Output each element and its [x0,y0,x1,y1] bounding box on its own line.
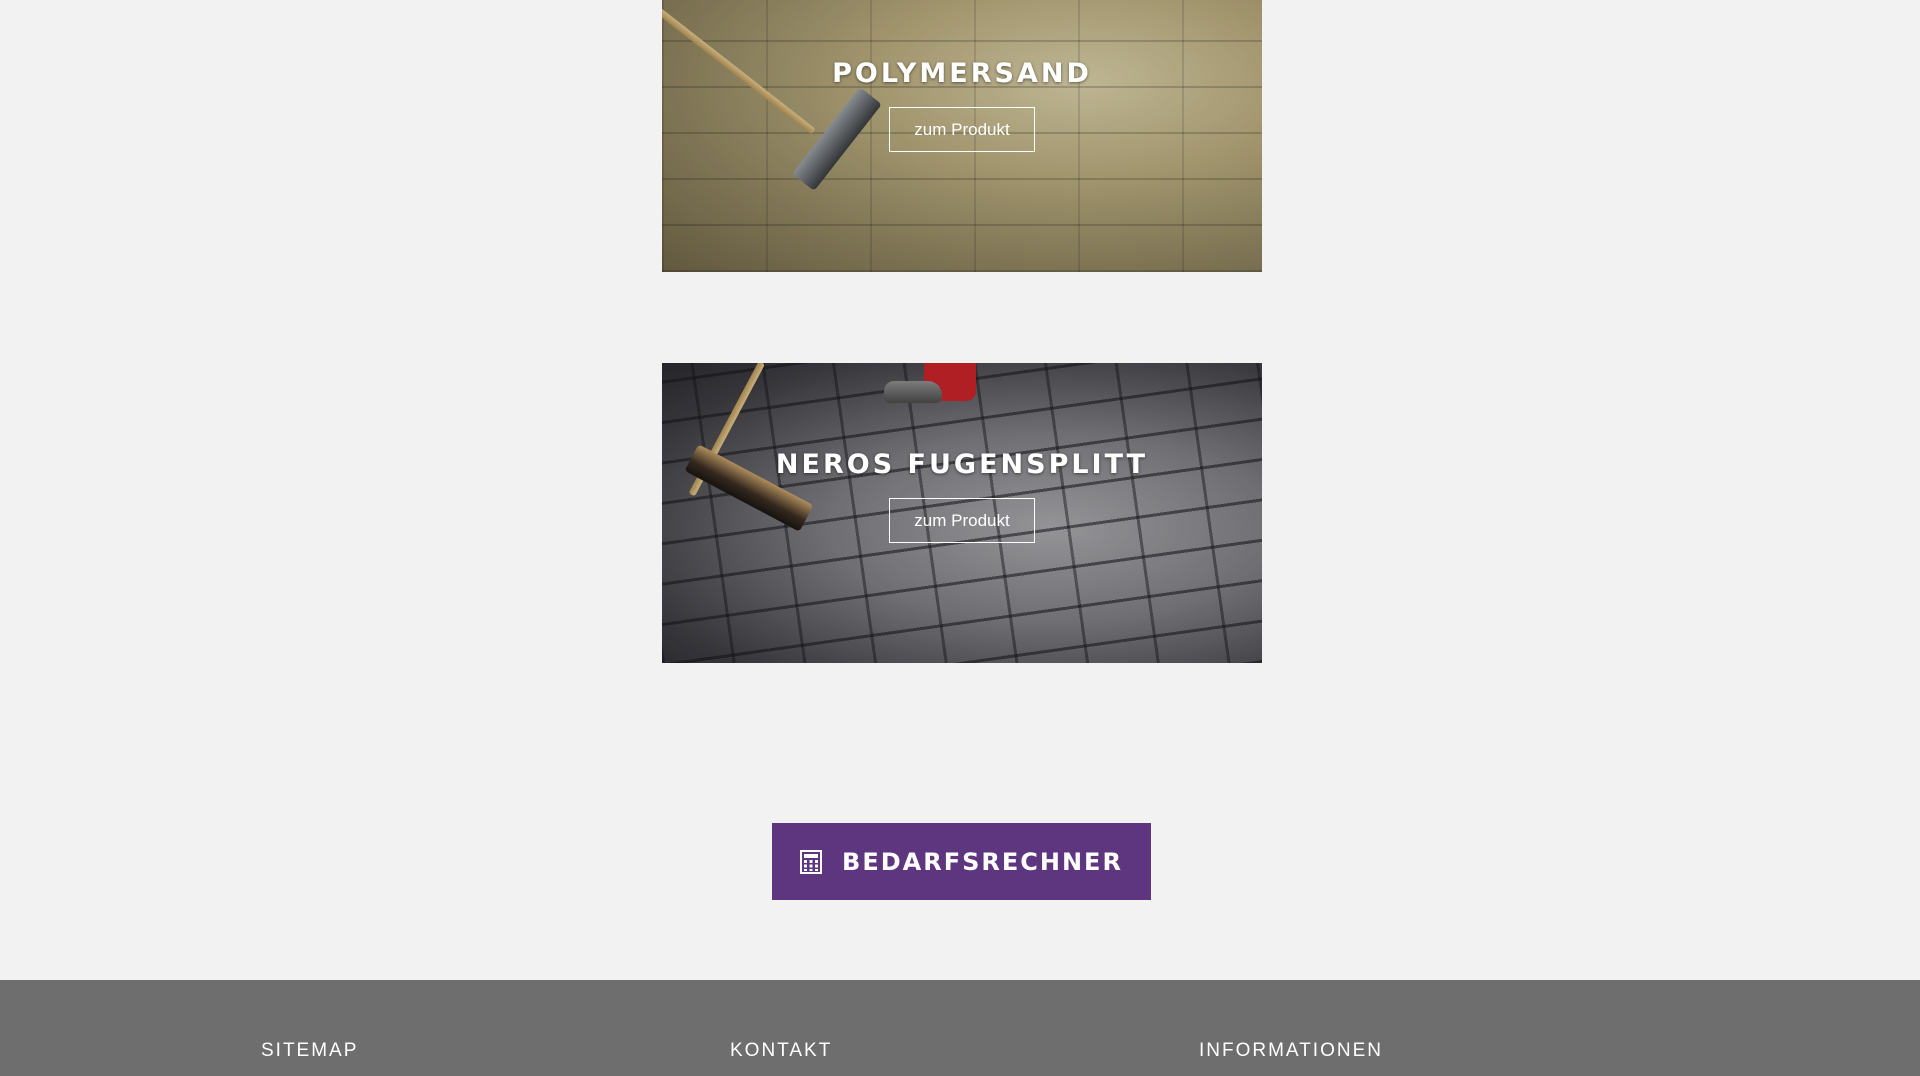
footer-heading-kontakt: KONTAKT [730,1040,833,1061]
bedarfsrechner-button[interactable]: BEDARFSRECHNER [772,823,1151,900]
footer: SITEMAP KONTAKT INFORMATIONEN [0,980,1920,1076]
footer-heading-sitemap: SITEMAP [261,1040,359,1061]
product-title: POLYMERSAND [832,58,1092,89]
bedarfsrechner-label: BEDARFSRECHNER [842,847,1123,876]
product-title: NEROS FUGENSPLITT [775,449,1149,480]
product-link-button[interactable]: zum Produkt [889,498,1035,543]
footer-heading-informationen: INFORMATIONEN [1199,1040,1383,1061]
calculator-icon [800,849,823,874]
tile-content: NEROS FUGENSPLITT zum Produkt [662,449,1262,543]
product-tile-polymersand[interactable]: POLYMERSAND zum Produkt [662,0,1262,272]
product-tile-neros-fugensplitt[interactable]: NEROS FUGENSPLITT zum Produkt [662,363,1262,663]
page: POLYMERSAND zum Produkt NEROS FUGENSPLIT… [0,0,1920,1076]
tile-content: POLYMERSAND zum Produkt [662,58,1262,152]
product-link-button[interactable]: zum Produkt [889,107,1035,152]
